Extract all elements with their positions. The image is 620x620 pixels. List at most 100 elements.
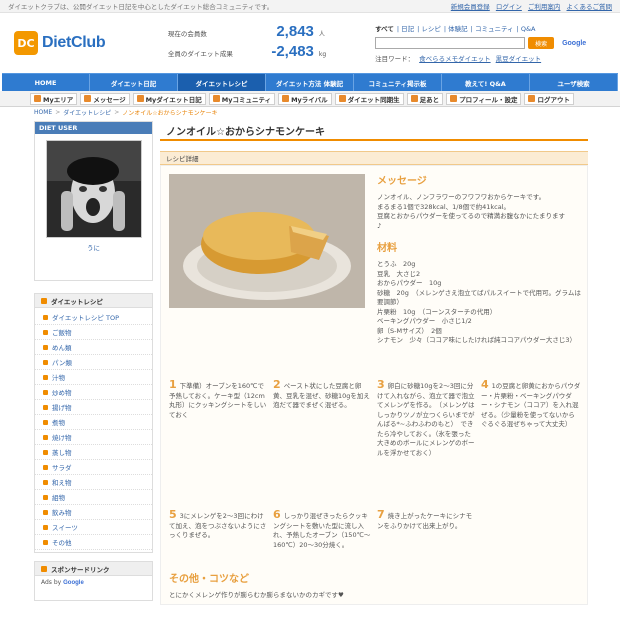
member-count-value: 2,843 <box>276 23 314 40</box>
category-item[interactable]: 焼け物 <box>35 430 152 445</box>
subnav-footprints[interactable]: 足あと <box>406 92 444 105</box>
category-item[interactable]: スイーツ <box>35 520 152 535</box>
category-label: 飲み物 <box>52 509 72 517</box>
profile-icon <box>450 95 458 102</box>
member-stats: 現在の会員数 2,843 人 全員のダイエット成果 -2,483 kg <box>168 23 357 63</box>
step-number: 4 <box>481 378 489 391</box>
category-item[interactable]: めん類 <box>35 340 152 355</box>
bullet-icon <box>43 434 48 440</box>
search-tab-recipe[interactable]: レシピ <box>421 25 441 33</box>
message-title: メッセージ <box>377 176 427 187</box>
search-tab-community[interactable]: コミュニティ <box>475 25 514 33</box>
bullet-icon <box>43 449 48 455</box>
search-tab-experience[interactable]: 体験記 <box>448 25 468 33</box>
bullet-icon <box>43 404 48 410</box>
category-item[interactable]: 炒め物 <box>35 385 152 400</box>
user-avatar[interactable] <box>45 140 142 238</box>
search-button[interactable]: 検索 <box>528 37 555 49</box>
nav-diet-method[interactable]: ダイエット方法 体験記 <box>266 74 354 91</box>
top-links: 新規会員登録 ログイン ご利用案内 よくあるご質問 <box>447 1 612 11</box>
rival-icon <box>282 95 290 102</box>
category-item[interactable]: 煮物 <box>35 415 152 430</box>
subnav-my-area[interactable]: Myエリア <box>30 92 78 105</box>
ingredient-item: とうふ 20g <box>377 260 416 268</box>
site-logo[interactable]: DC DietClub <box>14 31 148 55</box>
diet-recipe-title-text: ダイエットレシピ <box>51 297 103 306</box>
message-section: メッセージ ノンオイル、ノンフラワーのフワフワおからケーキです。 まるまる1個で… <box>377 172 585 346</box>
subnav-label: Myライバル <box>291 95 328 104</box>
category-item[interactable]: 蒸し物 <box>35 445 152 460</box>
step-item: 7 焼き上がったケーキにシナモンをふりかけて出来上がり。 <box>377 504 477 620</box>
category-item[interactable]: その他 <box>35 535 152 550</box>
category-label: ダイエットレシピ TOP <box>52 314 120 322</box>
search-tab-diary[interactable]: 日記 <box>401 25 414 33</box>
category-label: 組物 <box>52 494 65 502</box>
step-number: 6 <box>273 508 281 521</box>
step-item: 3 卵白に砂糖10gを2～3回に分けて入れながら、泡立て器で泡立てメレンゲを作る。… <box>377 374 477 504</box>
subnav-my-community[interactable]: Myコミュニティ <box>208 92 276 105</box>
diet-result-value: -2,483 <box>271 43 314 60</box>
sub-nav: Myエリア メッセージ Myダイエット日記 Myコミュニティ Myライバル ダイ… <box>0 91 620 107</box>
subnav-diet-peers[interactable]: ダイエット同期生 <box>334 92 404 105</box>
nav-diet-recipe[interactable]: ダイエットレシピ <box>178 74 266 91</box>
step-number: 7 <box>377 508 385 521</box>
category-item[interactable]: サラダ <box>35 460 152 475</box>
ads-by-google[interactable]: Ads by Google <box>35 576 152 589</box>
nav-community[interactable]: コミュニティ掲示板 <box>354 74 442 91</box>
ingredient-item: 卵（S-Mサイズ） 2個 <box>377 326 442 335</box>
hot-word-link[interactable]: 黒豆ダイエット <box>496 55 541 63</box>
nav-qa[interactable]: 教えて! Q&A <box>442 74 530 91</box>
guide-link[interactable]: ご利用案内 <box>528 3 561 11</box>
nav-home[interactable]: HOME <box>2 74 90 91</box>
bullet-icon <box>43 494 48 500</box>
category-item[interactable]: ご飯物 <box>35 325 152 340</box>
category-item[interactable]: 飲み物 <box>35 505 152 520</box>
tips-text: とにかくメレンゲ作りが膨らむか膨らまないかのカギです♥ <box>169 591 344 599</box>
step-text: しっかり混ぜきったらクッキングシートを敷いた型に流し入れ、予熱したオーブン（15… <box>273 512 371 549</box>
register-link[interactable]: 新規会員登録 <box>451 3 490 11</box>
diet-result-label: 全員のダイエット成果 <box>167 50 233 58</box>
subnav-message[interactable]: メッセージ <box>80 92 130 105</box>
nav-diet-diary[interactable]: ダイエット日記 <box>90 74 178 91</box>
steps-row-1: 1 下準備）オーブンを160℃で予熱しておく。ケーキ型（12cm丸形）にクッキング… <box>169 374 581 504</box>
category-item[interactable]: 組物 <box>35 490 152 505</box>
recipe-title: ノンオイル☆おからシナモンケーキ <box>160 121 588 141</box>
subnav-logout[interactable]: ログアウト <box>524 92 574 105</box>
search-input[interactable] <box>375 37 526 49</box>
search-tab-all[interactable]: すべて <box>375 25 394 33</box>
breadcrumb-recipe[interactable]: ダイエットレシピ <box>63 108 111 117</box>
member-count-label: 現在の会員数 <box>167 30 207 38</box>
bullet-icon <box>43 359 48 365</box>
site-tagline: ダイエットクラブは、公開ダイエット日記を中心としたダイエット総合コミュニティです… <box>8 3 274 11</box>
bullet-icon <box>41 565 47 572</box>
nav-user-search[interactable]: ユーザ検索 <box>530 74 618 91</box>
subnav-profile[interactable]: プロフィール・設定 <box>446 92 522 105</box>
step-item: 1 下準備）オーブンを160℃で予熱しておく。ケーキ型（12cm丸形）にクッキング… <box>169 374 269 504</box>
category-item[interactable]: 揚げ物 <box>35 400 152 415</box>
category-item[interactable]: ダイエットレシピ TOP <box>35 310 152 325</box>
hot-word-link[interactable]: 食べらるメモダイエット <box>419 55 490 63</box>
search-tab-qa[interactable]: Q&A <box>521 25 536 33</box>
subnav-label: 足あと <box>419 95 440 104</box>
login-link[interactable]: ログイン <box>496 3 522 11</box>
main-nav: HOME ダイエット日記 ダイエットレシピ ダイエット方法 体験記 コミュニティ… <box>2 73 618 91</box>
subnav-my-rival[interactable]: Myライバル <box>278 92 332 105</box>
category-item[interactable]: 汁物 <box>35 370 152 385</box>
category-label: 和え物 <box>52 479 72 487</box>
category-item[interactable]: 和え物 <box>35 475 152 490</box>
breadcrumb-home[interactable]: HOME <box>34 109 52 116</box>
user-name-link[interactable]: うに <box>35 242 152 252</box>
left-column: DIET USER うに ダイエットレシピ ダイエットレシピ TOP ご飯物 め… <box>34 121 153 601</box>
diet-result-row: 全員のダイエット成果 -2,483 kg <box>168 43 357 63</box>
bullet-icon <box>43 374 48 380</box>
home-icon <box>34 95 41 102</box>
peers-icon <box>338 95 346 102</box>
ingredient-item: ベーキングパウダー 小さじ1/2 <box>377 317 472 325</box>
category-item[interactable]: パン類 <box>35 355 152 370</box>
ingredients-title: 材料 <box>377 243 397 254</box>
faq-link[interactable]: よくあるご質問 <box>567 3 613 11</box>
ingredients-section: 材料 とうふ 20g 豆乳 大さじ2 おからパウダー 10g 砂糖 20g （メ… <box>377 239 585 346</box>
diary-icon <box>136 95 144 102</box>
subnav-my-diary[interactable]: Myダイエット日記 <box>132 92 206 105</box>
ingredient-item: シナモン 少々（ココア味にしたければ純ココアパウダー大さじ3） <box>377 336 577 344</box>
